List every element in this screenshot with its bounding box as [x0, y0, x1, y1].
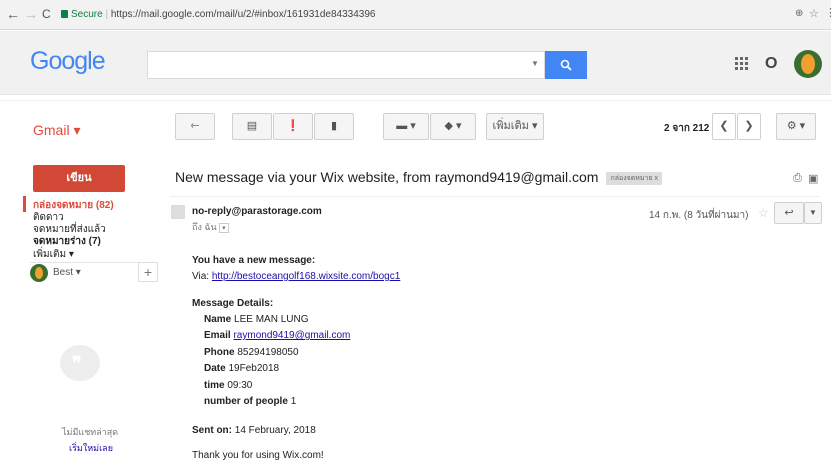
divider: [0, 100, 831, 101]
name-label: Name: [204, 314, 232, 325]
email-link[interactable]: raymond9419@gmail.com: [233, 330, 350, 341]
secure-label: Secure: [71, 9, 103, 20]
hangout-user[interactable]: Best ▾: [53, 267, 81, 278]
name-value: LEE MAN LUNG: [234, 314, 309, 325]
trash-icon: ▮: [330, 120, 338, 132]
arrow-left-icon: ⇽: [190, 120, 200, 132]
archive-button[interactable]: ▤: [232, 113, 272, 140]
add-hangout-button[interactable]: +: [138, 262, 158, 282]
back-button[interactable]: ←: [6, 7, 20, 21]
chevron-left-icon: ❮: [719, 120, 729, 132]
detail-people: number of people 1: [204, 395, 296, 408]
divider: [30, 262, 150, 263]
more-button[interactable]: เพิ่มเติม ▾: [486, 113, 544, 140]
people-label: number of people: [204, 396, 288, 407]
sidebar-item-drafts[interactable]: จดหมายร่าง (7): [33, 235, 101, 248]
search-options-icon[interactable]: ▼: [531, 59, 539, 68]
archive-icon: ▤: [246, 120, 258, 132]
sent-value: 14 February, 2018: [234, 425, 316, 436]
message-date: 14 ก.พ. (8 วันที่ผ่านมา): [649, 210, 749, 221]
move-to-button[interactable]: ▬ ▾: [383, 113, 429, 140]
reply-button[interactable]: ↩: [774, 202, 804, 224]
search-button[interactable]: [545, 51, 587, 79]
selected-indicator: [23, 196, 26, 212]
more-reply-options-button[interactable]: ▼: [804, 202, 822, 224]
time-value: 09:30: [227, 380, 253, 391]
address-bar[interactable]: Secure | https://mail.google.com/mail/u/…: [61, 6, 807, 24]
sender-email[interactable]: no-reply@parastorage.com: [192, 206, 322, 217]
new-window-icon[interactable]: ▣: [808, 172, 818, 185]
wix-site-link[interactable]: http://bestoceangolf168.wixsite.com/bogc…: [212, 271, 400, 282]
subject-text: New message via your Wix website, from r…: [175, 169, 599, 185]
sidebar-item-more[interactable]: เพิ่มเติม ▾: [33, 248, 74, 261]
compose-button[interactable]: เขียน: [33, 165, 125, 192]
divider: [170, 196, 820, 197]
start-new-chat-link[interactable]: เริ่มใหม่เลย: [69, 441, 113, 455]
thanks-text: Thank you for using Wix.com!: [192, 450, 324, 461]
chevron-right-icon: ❯: [744, 120, 754, 132]
reload-button[interactable]: C: [42, 7, 51, 21]
phone-label: Phone: [204, 347, 235, 358]
no-recent-chats: ไม่มีแชทล่าสุด: [62, 427, 119, 437]
details-toggle-icon[interactable]: ▾: [219, 223, 229, 233]
back-to-inbox-button[interactable]: ⇽: [175, 113, 215, 140]
google-logo[interactable]: Google: [30, 47, 106, 76]
via-line: Via: http://bestoceangolf168.wixsite.com…: [192, 270, 400, 283]
spam-icon: ❗: [286, 120, 300, 132]
newer-button[interactable]: ❮: [712, 113, 736, 140]
hangouts-icon: ❞: [60, 345, 100, 381]
sent-on-line: Sent on: 14 February, 2018: [192, 424, 316, 437]
forward-button[interactable]: →: [24, 7, 38, 21]
detail-time: time 09:30: [204, 379, 252, 392]
via-prefix: Via:: [192, 271, 212, 282]
detail-phone: Phone 85294198050: [204, 346, 299, 359]
browser-toolbar: ← → C Secure | https://mail.google.com/m…: [0, 0, 831, 30]
folder-icon: ▬ ▾: [396, 120, 416, 132]
recipient-text: ถึง ฉัน: [192, 222, 217, 232]
search-input[interactable]: ▼: [147, 51, 545, 79]
people-value: 1: [290, 396, 297, 407]
report-spam-button[interactable]: ❗: [273, 113, 313, 140]
email-subject: New message via your Wix website, from r…: [175, 169, 662, 185]
print-icon[interactable]: ⎙: [793, 172, 802, 185]
menu-icon[interactable]: ⋮: [825, 6, 831, 19]
labels-button[interactable]: ◆ ▾: [430, 113, 476, 140]
phone-value: 85294198050: [237, 347, 299, 358]
notification-icon[interactable]: O: [765, 55, 781, 73]
label-icon: ◆ ▾: [444, 120, 462, 132]
detail-date: Date 19Feb2018: [204, 362, 279, 375]
account-avatar[interactable]: [794, 50, 822, 78]
reply-icon: ↩: [784, 207, 794, 219]
apps-grid-icon[interactable]: [735, 57, 749, 71]
zoom-icon[interactable]: ⊕: [795, 8, 803, 19]
email-label: Email: [204, 330, 231, 341]
settings-button[interactable]: ⚙ ▾: [776, 113, 816, 140]
delete-button[interactable]: ▮: [314, 113, 354, 140]
pager-text: 2 จาก 212: [664, 123, 710, 134]
lock-icon: [61, 10, 68, 18]
star-icon[interactable]: ☆: [809, 7, 819, 20]
date-label: Date: [204, 363, 226, 374]
detail-name: Name LEE MAN LUNG: [204, 313, 309, 326]
hangout-avatar: [30, 264, 48, 282]
gmail-menu[interactable]: Gmail ▾: [33, 122, 80, 139]
recipient-line: ถึง ฉัน ▾: [192, 220, 229, 234]
star-icon[interactable]: ☆: [758, 206, 769, 220]
intro-text: You have a new message:: [192, 255, 316, 266]
details-title: Message Details:: [192, 298, 274, 309]
search-icon: [560, 59, 572, 71]
older-button[interactable]: ❯: [737, 113, 761, 140]
detail-email: Email raymond9419@gmail.com: [204, 329, 350, 342]
time-label: time: [204, 380, 225, 391]
chevron-down-icon: ▼: [809, 208, 817, 217]
sent-label: Sent on:: [192, 425, 232, 436]
date-value: 19Feb2018: [228, 363, 280, 374]
sender-avatar: [171, 205, 185, 219]
gear-icon: ⚙ ▾: [786, 120, 806, 132]
url-text: https://mail.google.com/mail/u/2/#inbox/…: [110, 9, 376, 20]
inbox-label-chip[interactable]: กล่องจดหมาย x: [606, 172, 662, 185]
